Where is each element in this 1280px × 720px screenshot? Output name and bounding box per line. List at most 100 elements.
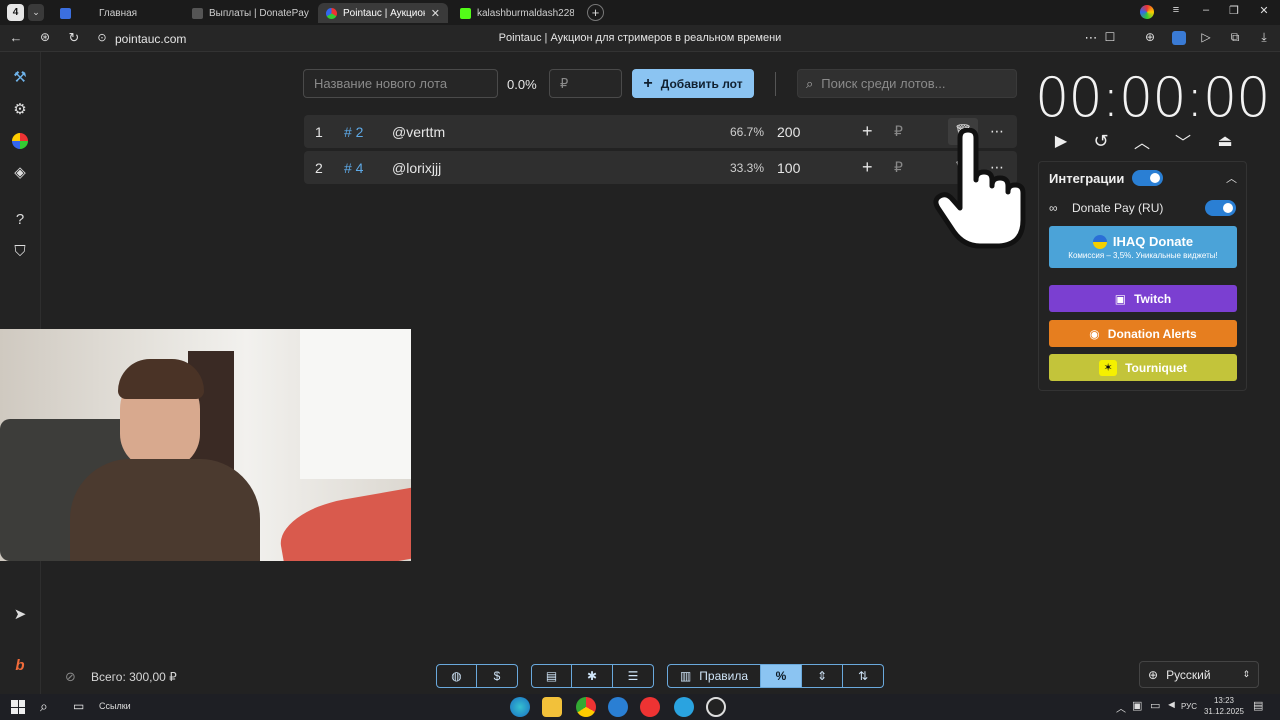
- ruble-icon[interactable]: ₽: [894, 151, 903, 184]
- lot-row: 2 # 4 @lorixjjj 33.3% 100 + ₽ 🗑 ⋯: [304, 151, 1017, 184]
- telegram-icon[interactable]: ➤: [8, 602, 32, 626]
- menu-icon[interactable]: ≡: [1168, 4, 1184, 16]
- lot-search-input[interactable]: ⌕ Поиск среди лотов...: [797, 69, 1017, 98]
- chevron-down-icon[interactable]: ﹀: [1172, 130, 1194, 152]
- integrations-toggle[interactable]: [1132, 170, 1163, 186]
- collections-icon[interactable]: ⧉: [1227, 30, 1243, 45]
- start-pane: [18, 707, 25, 714]
- add-amount-plus-icon[interactable]: +: [862, 115, 873, 148]
- media-icon[interactable]: ▷: [1198, 30, 1214, 44]
- donation-alerts-button[interactable]: ◉ Donation Alerts: [1049, 320, 1237, 347]
- shield-check-icon[interactable]: ⛉: [8, 239, 32, 263]
- tray-lang[interactable]: РУС: [1181, 702, 1197, 711]
- compact-view-button[interactable]: ⇕: [802, 664, 843, 688]
- donatepay-toggle[interactable]: [1205, 200, 1236, 216]
- tourniquet-button[interactable]: ✶ Tourniquet: [1049, 354, 1237, 381]
- volume-icon[interactable]: ◄: [1166, 699, 1177, 711]
- search-icon[interactable]: ⌕: [40, 698, 48, 715]
- bug-report-button[interactable]: ✱: [572, 664, 613, 688]
- double-up-icon[interactable]: ⏏: [1214, 130, 1236, 152]
- tab-home[interactable]: Главная: [52, 3, 182, 23]
- back-icon[interactable]: ←: [8, 30, 24, 45]
- reload-icon[interactable]: ↻: [66, 30, 82, 46]
- tray-date[interactable]: 31.12.2025: [1202, 707, 1246, 716]
- profile-icon[interactable]: [1140, 5, 1154, 19]
- twitch-button[interactable]: ▣ Twitch: [1049, 285, 1237, 312]
- telegram-app-icon[interactable]: [674, 697, 694, 717]
- close-tab-icon[interactable]: ✕: [431, 7, 440, 20]
- tray-chevron-icon[interactable]: ︿: [1116, 700, 1126, 715]
- ruble-icon[interactable]: ₽: [894, 115, 903, 148]
- tab-label: kalashburmaldash228 Stre: [477, 7, 574, 19]
- hand-cursor-icon: [933, 128, 1026, 249]
- shield-icon[interactable]: ⊛: [37, 30, 53, 44]
- lot-index: 2: [315, 159, 323, 176]
- settings-gear-icon[interactable]: ⚙: [8, 97, 32, 121]
- donatepay-link-icon: ∞: [1049, 201, 1058, 215]
- clear-lots-button[interactable]: ☰: [613, 664, 654, 688]
- notification-icon[interactable]: ▤: [1253, 699, 1263, 712]
- new-lot-amount-input[interactable]: ₽: [549, 69, 622, 98]
- url-field[interactable]: pointauc.com: [115, 32, 186, 46]
- language-select[interactable]: ⊕ Русский ⇕: [1139, 661, 1259, 688]
- new-lot-name-input[interactable]: Название нового лота: [303, 69, 498, 98]
- help-icon[interactable]: ?: [8, 207, 32, 231]
- reset-icon[interactable]: ↺: [1090, 130, 1112, 152]
- tabs-dropdown-icon[interactable]: ⌄: [28, 4, 44, 21]
- obs-icon[interactable]: [706, 697, 726, 717]
- globe-icon[interactable]: ⊕: [1142, 30, 1158, 44]
- lot-id[interactable]: # 4: [344, 151, 363, 184]
- wheel-icon[interactable]: [8, 129, 32, 153]
- lot-index: 1: [315, 123, 323, 140]
- hide-total-icon[interactable]: ⊘: [65, 669, 76, 685]
- lot-name[interactable]: @verttm: [392, 115, 445, 148]
- tray-time[interactable]: 13:23: [1206, 696, 1242, 705]
- webcam-person-body: [70, 459, 260, 561]
- bookmark-icon[interactable]: ☐: [1102, 30, 1118, 44]
- rules-button[interactable]: ▥ Правила: [667, 664, 761, 688]
- new-tab-button[interactable]: +: [587, 4, 604, 21]
- percent-toggle-button[interactable]: %: [761, 664, 802, 688]
- add-lot-button[interactable]: + Добавить лот: [632, 69, 754, 98]
- ihaq-donate-button[interactable]: IHAQ Donate Комиссия – 3,5%. Уникальные …: [1049, 226, 1237, 268]
- minimize-icon[interactable]: –: [1198, 4, 1214, 16]
- network-icon[interactable]: ▭: [1150, 699, 1160, 712]
- chevron-up-icon[interactable]: ︿: [1226, 170, 1237, 186]
- checkmark-app-icon[interactable]: [608, 697, 628, 717]
- lot-id[interactable]: # 2: [344, 115, 363, 148]
- save-button[interactable]: ▤: [531, 664, 572, 688]
- more-icon[interactable]: ⋯: [1083, 30, 1099, 46]
- page-title: Pointauc | Аукцион для стримеров в реаль…: [498, 32, 782, 44]
- edge-icon[interactable]: [510, 697, 530, 717]
- lot-amount[interactable]: 200: [777, 115, 800, 148]
- task-view-icon[interactable]: ▭: [73, 699, 84, 713]
- links-label[interactable]: Ссылки: [99, 701, 131, 711]
- layers-icon[interactable]: ◈: [8, 160, 32, 184]
- auction-hammer-icon[interactable]: ⚒: [8, 65, 32, 89]
- lot-name[interactable]: @lorixjjj: [392, 151, 441, 184]
- tab-kick-stream[interactable]: kalashburmaldash228 Stre: [452, 3, 582, 23]
- donate-button[interactable]: $: [477, 664, 518, 688]
- chevron-up-icon[interactable]: ︿: [1131, 130, 1153, 152]
- windows-start-icon[interactable]: [11, 700, 25, 714]
- play-icon[interactable]: ▶: [1050, 130, 1072, 152]
- sort-button[interactable]: ⇅: [843, 664, 884, 688]
- extension-icon[interactable]: [1172, 31, 1186, 45]
- save-icon: ▤: [545, 669, 558, 683]
- close-window-icon[interactable]: ✕: [1256, 4, 1272, 17]
- tab-count-badge[interactable]: 4: [7, 4, 24, 21]
- chrome-icon[interactable]: [576, 697, 596, 717]
- github-button[interactable]: ◍: [436, 664, 477, 688]
- boosty-icon[interactable]: b: [8, 653, 32, 677]
- site-info-icon[interactable]: ⊙: [94, 31, 110, 44]
- maximize-icon[interactable]: ❐: [1226, 4, 1242, 17]
- tray-app-icon[interactable]: ▣: [1132, 699, 1142, 712]
- lot-percent: 66.7%: [730, 124, 765, 139]
- file-explorer-icon[interactable]: [542, 697, 562, 717]
- lot-amount[interactable]: 100: [777, 151, 800, 184]
- tab-pointauc[interactable]: Pointauc | Аукцион дл ✕: [318, 3, 448, 23]
- yandex-browser-icon[interactable]: [640, 697, 660, 717]
- download-icon[interactable]: ⤓: [1256, 30, 1272, 45]
- add-amount-plus-icon[interactable]: +: [862, 151, 873, 184]
- tab-donatepay[interactable]: Выплаты | DonatePay: [184, 3, 314, 23]
